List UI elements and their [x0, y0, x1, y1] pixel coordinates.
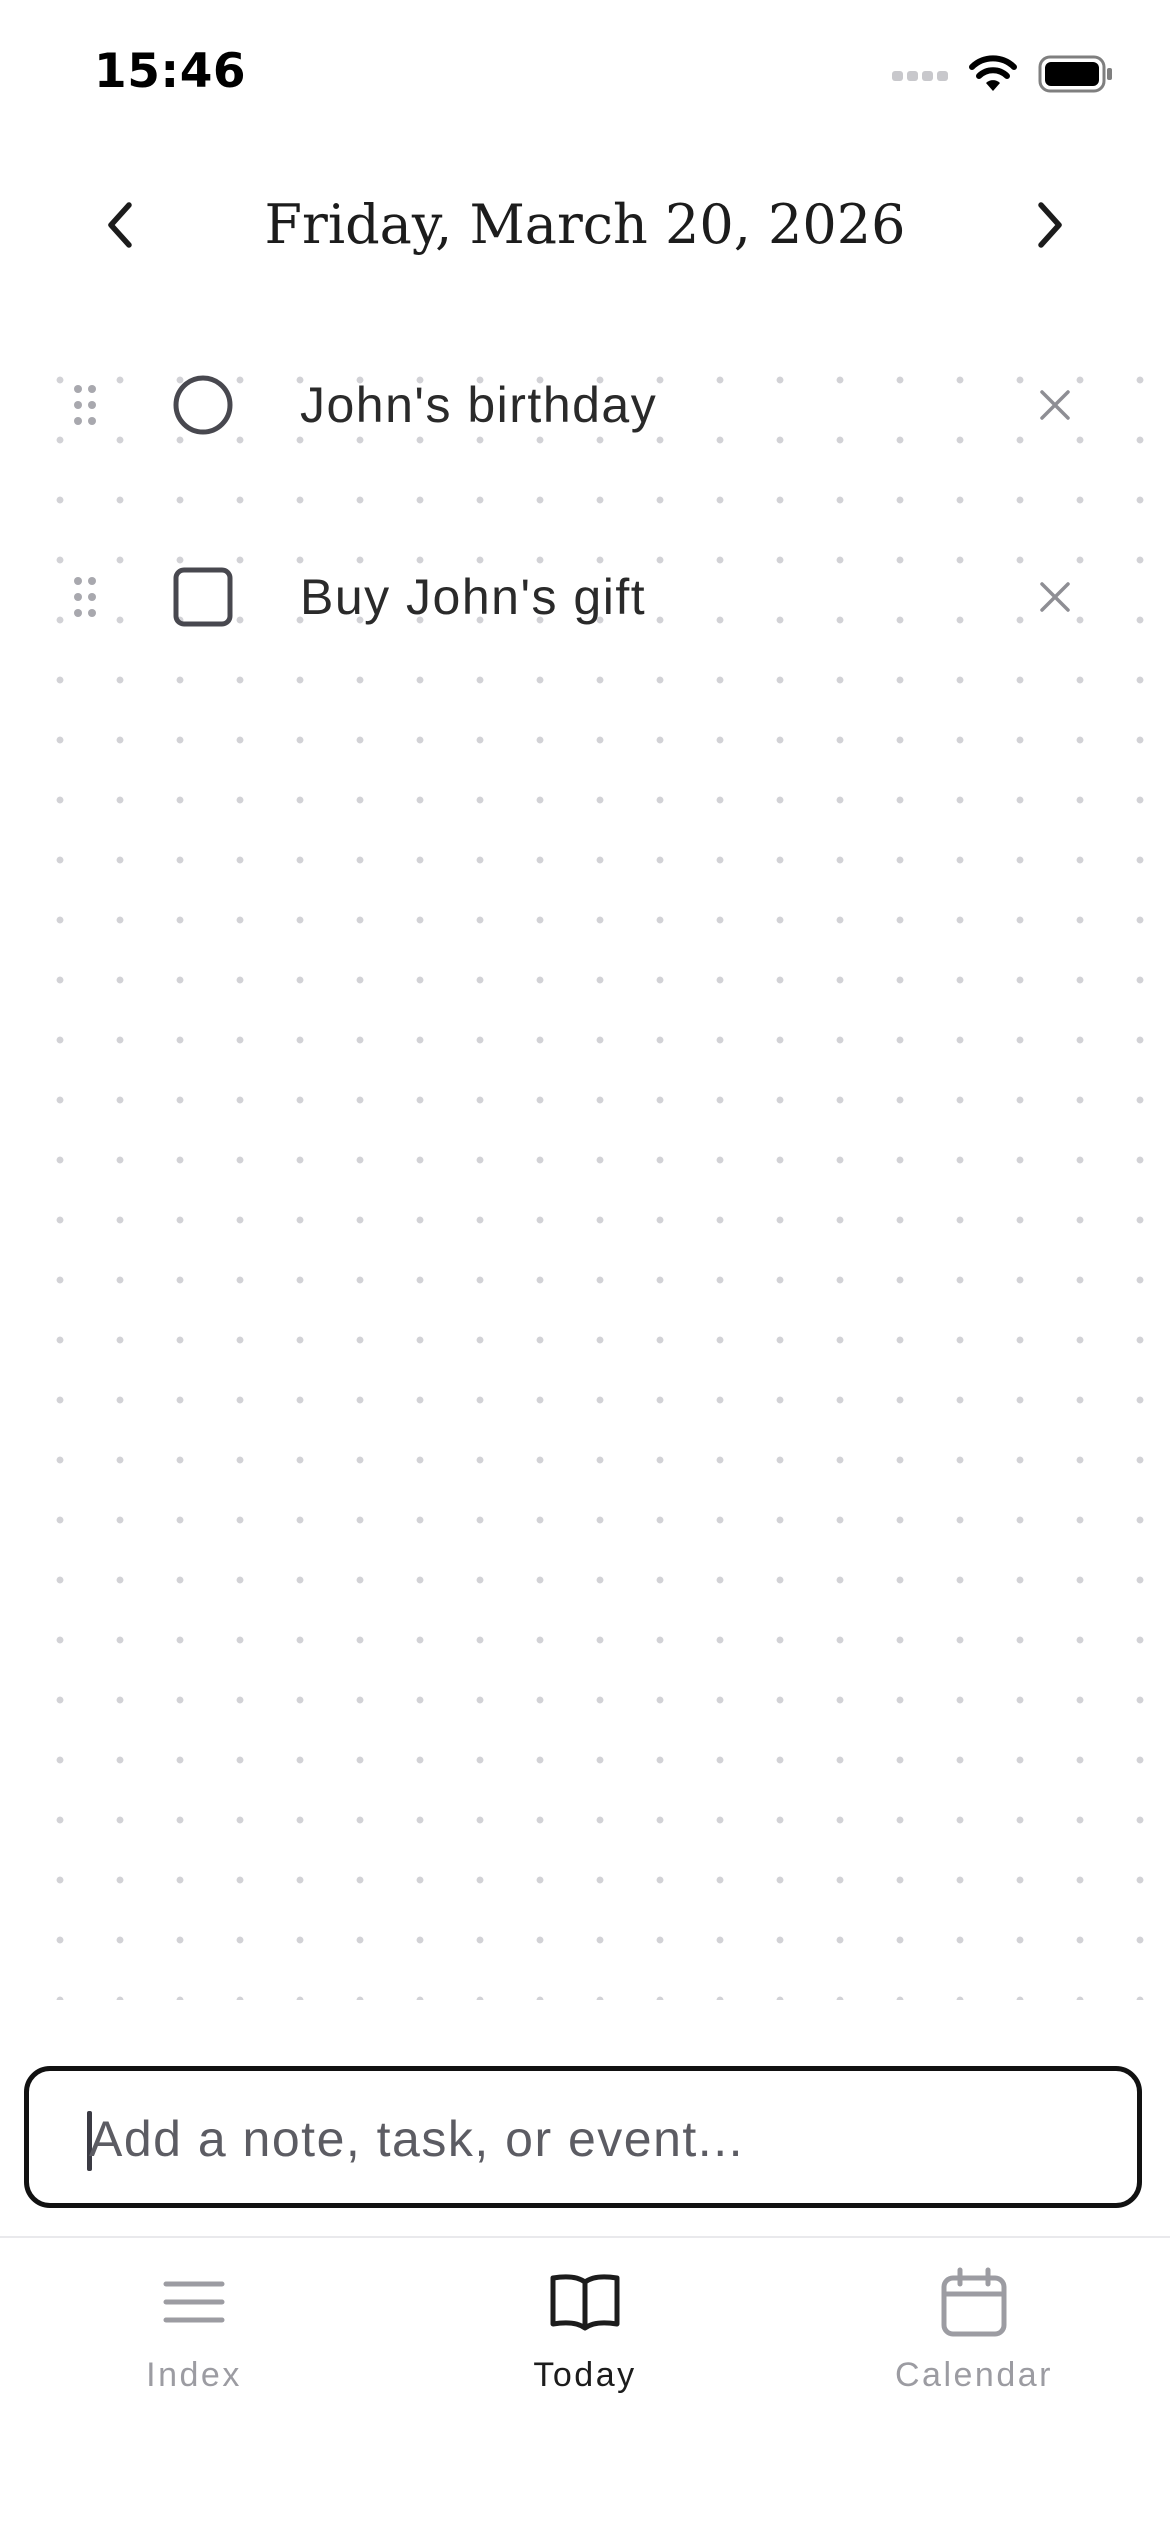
- wifi-icon: [969, 55, 1017, 91]
- battery-icon: [1038, 55, 1112, 93]
- open-book-icon: [550, 2274, 620, 2331]
- close-icon: [1040, 390, 1070, 420]
- event-circle-icon[interactable]: [172, 374, 234, 436]
- chevron-right-icon: [1038, 202, 1062, 248]
- delete-entry-button[interactable]: [1030, 380, 1080, 430]
- chevron-left-icon: [108, 202, 132, 248]
- entry-text[interactable]: Buy John's gift: [300, 566, 646, 628]
- drag-handle-icon[interactable]: [70, 383, 100, 427]
- close-icon: [1040, 582, 1070, 612]
- entry-text[interactable]: John's birthday: [300, 374, 657, 436]
- list-item[interactable]: Buy John's gift: [0, 542, 1170, 652]
- menu-lines-icon: [163, 2281, 225, 2323]
- tab-label: Calendar: [895, 2356, 1053, 2394]
- next-day-button[interactable]: [1014, 190, 1084, 260]
- list-item[interactable]: John's birthday: [0, 350, 1170, 460]
- status-time: 15:46: [94, 44, 247, 99]
- drag-handle-icon[interactable]: [70, 575, 100, 619]
- add-entry-input[interactable]: [89, 2091, 1069, 2187]
- status-icons: [892, 52, 1114, 96]
- tab-calendar[interactable]: Calendar: [824, 2266, 1124, 2416]
- calendar-icon: [941, 2267, 1007, 2337]
- delete-entry-button[interactable]: [1030, 572, 1080, 622]
- task-checkbox-icon[interactable]: [172, 566, 234, 628]
- composer[interactable]: [24, 2066, 1142, 2208]
- status-bar: 15:46: [0, 0, 1170, 150]
- tab-today[interactable]: Today: [435, 2266, 735, 2416]
- date-header: Friday, March 20, 2026: [0, 170, 1170, 280]
- tab-label: Index: [146, 2356, 242, 2394]
- page-title: Friday, March 20, 2026: [264, 193, 906, 256]
- previous-day-button[interactable]: [86, 190, 156, 260]
- tab-bar: Index Today Calendar: [0, 2236, 1170, 2534]
- tab-index[interactable]: Index: [44, 2266, 344, 2416]
- cellular-signal-icon: [892, 71, 948, 81]
- tab-label: Today: [533, 2356, 637, 2394]
